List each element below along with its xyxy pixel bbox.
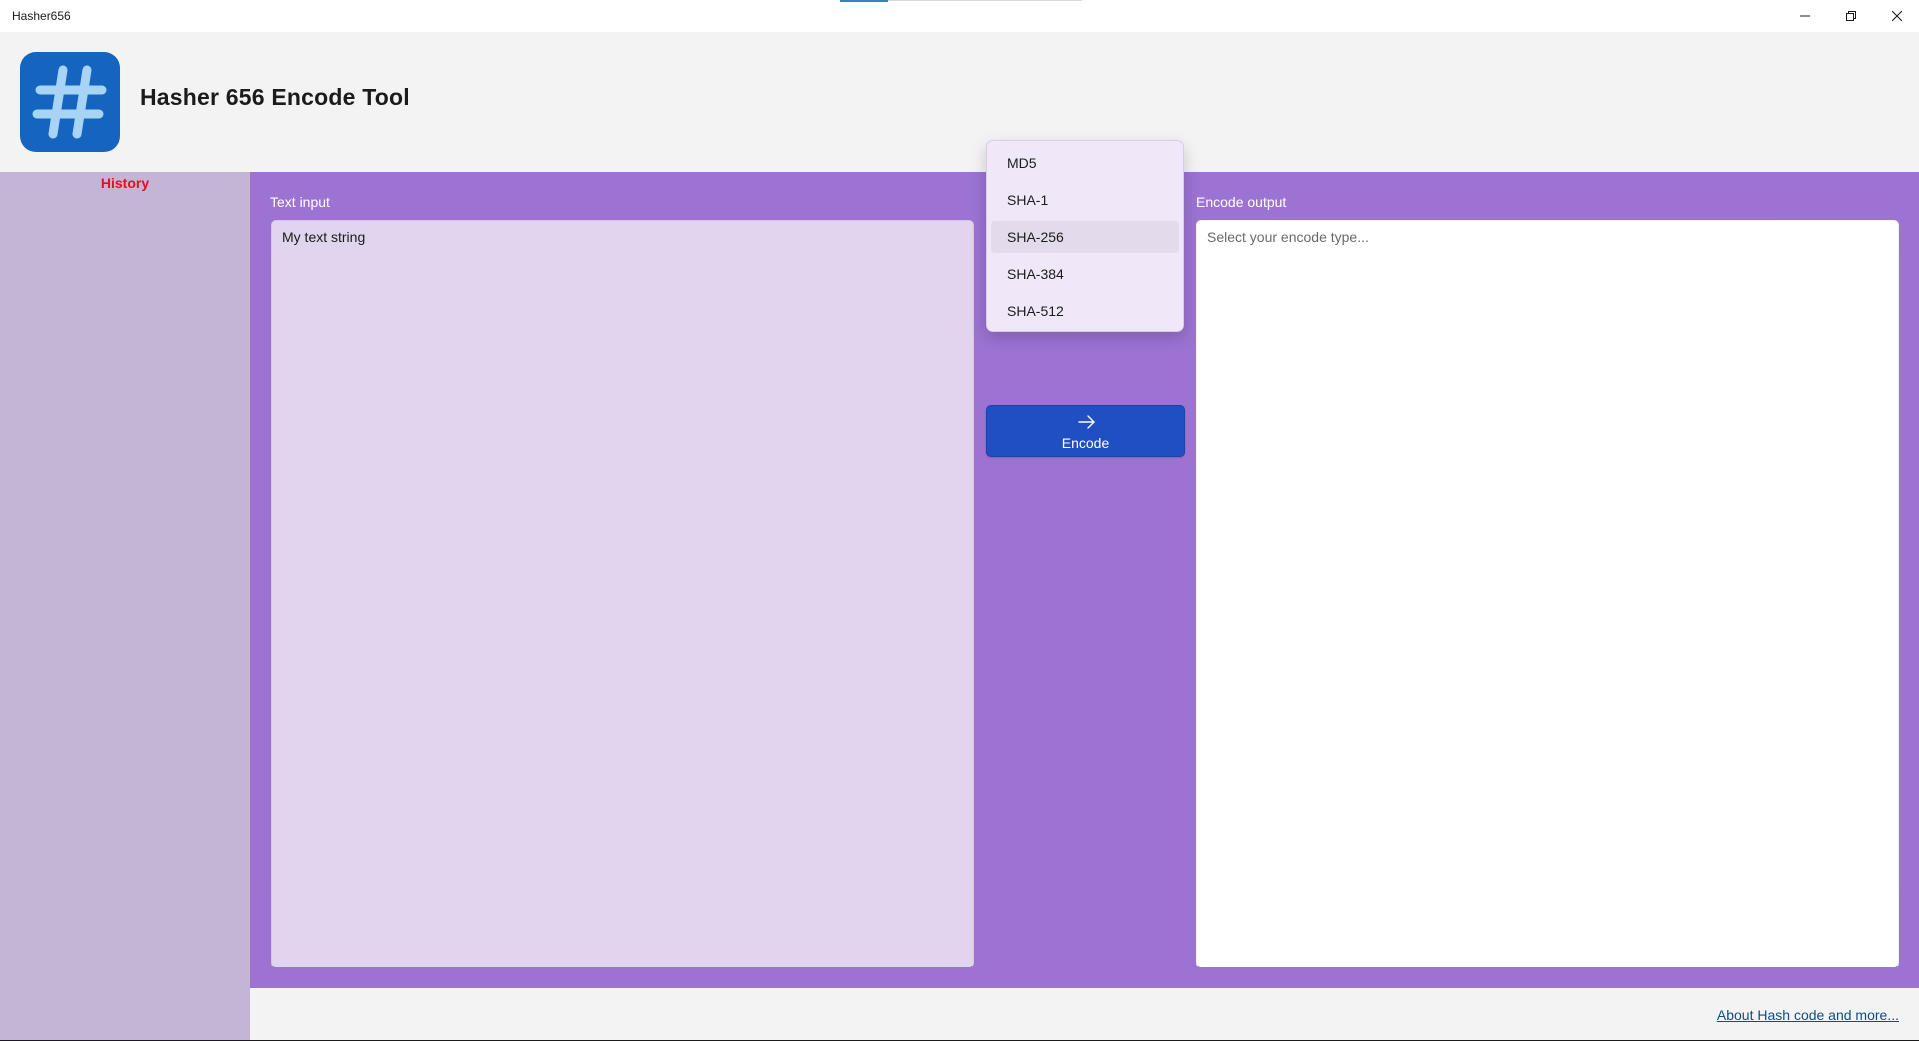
text-input-label: Text input — [270, 194, 330, 210]
option-sha384[interactable]: SHA-384 — [991, 258, 1179, 290]
app-window: Hasher656 Hasher 656 Encode Tool History… — [0, 0, 1919, 1041]
minimize-icon — [1800, 15, 1810, 17]
app-header: Hasher 656 Encode Tool — [0, 32, 1919, 172]
app-logo — [20, 52, 120, 152]
encode-output-label: Encode output — [1196, 194, 1287, 210]
encode-button-label: Encode — [1061, 435, 1110, 451]
encode-type-dropdown: MD5 SHA-1 SHA-256 SHA-384 SHA-512 — [986, 140, 1184, 332]
sidebar — [0, 172, 250, 1041]
titlebar-divider — [888, 0, 1082, 1]
option-sha512[interactable]: SHA-512 — [991, 295, 1179, 327]
restore-icon — [1846, 11, 1856, 21]
about-hash-link[interactable]: About Hash code and more... — [1717, 1007, 1899, 1023]
titlebar-accent — [840, 0, 888, 2]
window-title: Hasher656 — [12, 9, 71, 23]
option-sha1[interactable]: SHA-1 — [991, 184, 1179, 216]
arrow-right-icon — [1078, 415, 1095, 429]
encode-button[interactable]: Encode — [986, 405, 1185, 457]
close-button[interactable] — [1874, 0, 1919, 32]
footer — [250, 988, 1919, 1041]
hash-icon — [32, 65, 107, 139]
option-md5[interactable]: MD5 — [991, 147, 1179, 179]
option-sha256[interactable]: SHA-256 — [991, 221, 1179, 253]
close-icon — [1892, 11, 1902, 21]
encode-output-field[interactable] — [1196, 220, 1899, 968]
app-title: Hasher 656 Encode Tool — [140, 84, 410, 110]
history-nav-item[interactable]: History — [0, 175, 250, 191]
text-input-field[interactable]: My text string — [271, 220, 974, 968]
title-bar: Hasher656 — [0, 0, 1919, 32]
restore-button[interactable] — [1828, 0, 1874, 32]
minimize-button[interactable] — [1782, 0, 1828, 32]
